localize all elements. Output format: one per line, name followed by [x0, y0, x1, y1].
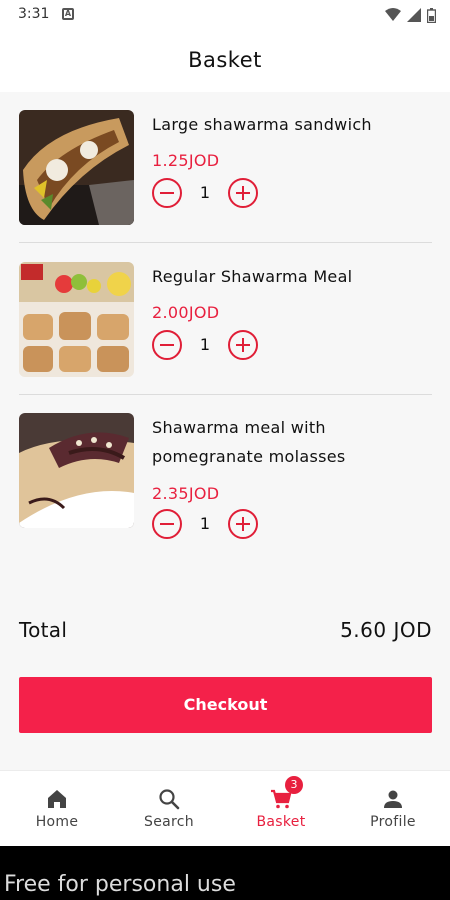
nav-item-profile[interactable]: Profile: [337, 771, 449, 847]
nav-item-search[interactable]: Search: [113, 771, 225, 847]
quantity-stepper: 1: [152, 509, 262, 539]
item-price: 1.25JOD: [152, 151, 220, 170]
increase-quantity-button[interactable]: [228, 330, 258, 360]
quantity-stepper: 1: [152, 330, 262, 360]
status-bar: 3:31 A: [0, 0, 450, 30]
total-value: 5.60 JOD: [340, 618, 432, 642]
item-price: 2.35JOD: [152, 484, 220, 503]
quantity-value: 1: [199, 514, 211, 533]
page-title: Basket: [188, 48, 262, 72]
nav-label: Search: [144, 814, 194, 830]
app-header: Basket: [0, 30, 450, 92]
item-price: 2.00JOD: [152, 303, 220, 322]
shawarma-sandwich-image: [19, 110, 134, 225]
wifi-icon: [385, 8, 401, 21]
increase-quantity-button[interactable]: [228, 178, 258, 208]
quantity-value: 1: [199, 335, 211, 354]
checkout-button[interactable]: Checkout: [19, 677, 432, 733]
basket-item: Regular Shawarma Meal 2.00JOD 1: [19, 262, 432, 380]
item-name: Regular Shawarma Meal: [152, 267, 353, 286]
item-name: Large shawarma sandwich: [152, 115, 372, 134]
search-icon: [159, 789, 180, 810]
decrease-quantity-button[interactable]: [152, 509, 182, 539]
item-name: Shawarma meal with pomegranate molasses: [152, 413, 346, 471]
decrease-quantity-button[interactable]: [152, 178, 182, 208]
footer-text: Free for personal use: [4, 872, 236, 897]
nav-label: Basket: [256, 814, 306, 830]
notification-icon: A: [62, 8, 74, 20]
item-name-line-2: pomegranate molasses: [152, 447, 346, 466]
nav-item-basket[interactable]: 3 Basket: [225, 771, 337, 847]
battery-icon: [427, 7, 436, 23]
item-name-line-1: Shawarma meal with: [152, 418, 326, 437]
footer-bar: Free for personal use: [0, 846, 450, 900]
status-time: 3:31: [18, 6, 50, 22]
shawarma-meal-image: [19, 262, 134, 377]
nav-item-home[interactable]: Home: [1, 771, 113, 847]
nav-label: Home: [35, 814, 79, 830]
signal-icon: [407, 8, 421, 22]
quantity-value: 1: [199, 183, 211, 202]
divider: [19, 394, 432, 395]
increase-quantity-button[interactable]: [228, 509, 258, 539]
status-icons: [385, 6, 436, 24]
total-label: Total: [19, 618, 68, 642]
basket-item: Shawarma meal with pomegranate molasses …: [19, 413, 432, 553]
quantity-stepper: 1: [152, 178, 262, 208]
person-icon: [384, 790, 402, 808]
basket-item: Large shawarma sandwich 1.25JOD 1: [19, 110, 432, 228]
shawarma-molasses-image: [19, 413, 134, 528]
nav-label: Profile: [370, 814, 416, 830]
divider: [19, 242, 432, 243]
bottom-nav: Home Search 3 Basket Profile: [0, 770, 450, 846]
decrease-quantity-button[interactable]: [152, 330, 182, 360]
basket-content: Large shawarma sandwich 1.25JOD 1 Regula…: [0, 92, 450, 770]
home-icon: [48, 790, 66, 808]
cart-badge: 3: [285, 776, 303, 794]
